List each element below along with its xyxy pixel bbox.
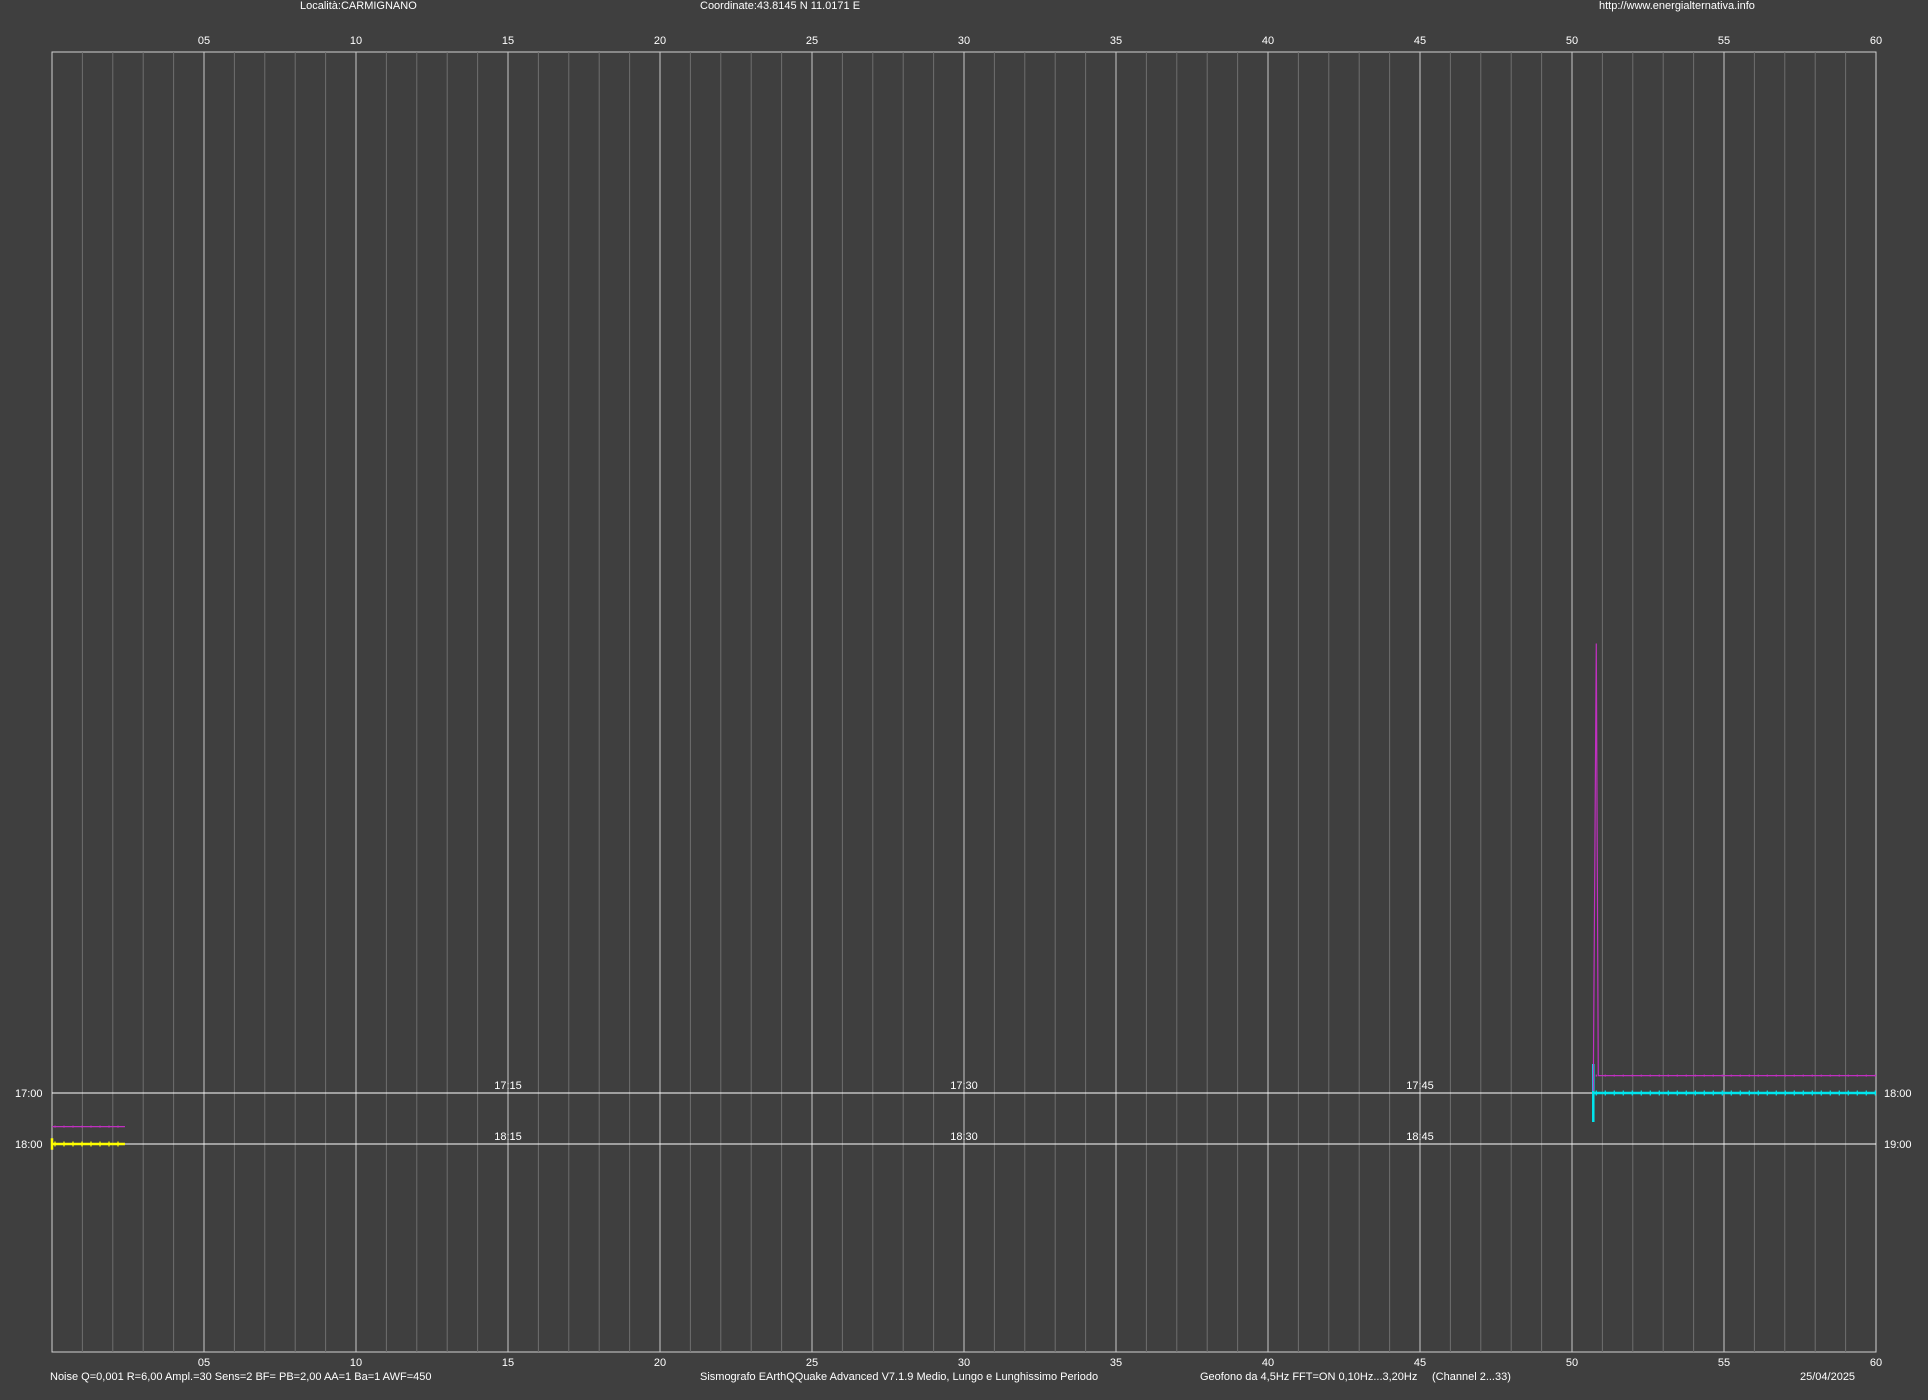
bottom-x-tick-label: 15: [502, 1357, 514, 1369]
auxiliary-trace: [1592, 643, 1876, 1092]
bottom-x-tick-label: 20: [654, 1357, 666, 1369]
bottom-x-tick-label: 60: [1870, 1357, 1882, 1369]
top-x-tick-label: 60: [1870, 35, 1882, 47]
bottom-x-tick-label: 25: [806, 1357, 818, 1369]
row-start-time-label: 18:00: [15, 1139, 43, 1151]
row-quarter-time-label: 18:15: [494, 1131, 522, 1143]
top-x-tick-label: 20: [654, 35, 666, 47]
top-x-tick-label: 05: [198, 35, 210, 47]
channel-label: (Channel 2...33): [1432, 1371, 1511, 1383]
sensor-label: Geofono da 4,5Hz FFT=ON 0,10Hz...3,20Hz: [1200, 1371, 1418, 1383]
top-x-tick-label: 30: [958, 35, 970, 47]
time-rows: 17:00 18:00 17:15 17:30 17:45 18:00 19:00 18:15…: [15, 1080, 1912, 1151]
row-quarter-time-label: 18:45: [1406, 1131, 1434, 1143]
row-quarter-time-label: 17:30: [950, 1080, 978, 1092]
seismic-trace: [1592, 1064, 1876, 1122]
bottom-x-tick-label: 30: [958, 1357, 970, 1369]
parameters-label: Noise Q=0,001 R=6,00 Ampl.=30 Sens=2 BF=…: [50, 1371, 432, 1383]
software-label: Sismografo EArthQQuake Advanced V7.1.9 M…: [700, 1371, 1099, 1383]
bottom-x-tick-label: 10: [350, 1357, 362, 1369]
row-end-time-label: 19:00: [1884, 1139, 1912, 1151]
bottom-x-tick-label: 05: [198, 1357, 210, 1369]
row-start-time-label: 17:00: [15, 1088, 43, 1100]
seismogram-chart: 05 05 10 10 15 15 20 20 25 25 30 30 35 35 40 40 45 45 50 50…: [15, 35, 1912, 1369]
bottom-x-tick-label: 55: [1718, 1357, 1730, 1369]
date-label: 25/04/2025: [1800, 1371, 1856, 1383]
top-x-tick-label: 40: [1262, 35, 1274, 47]
row-quarter-time-label: 17:15: [494, 1080, 522, 1092]
axis-tick-labels: 05 05 10 10 15 15 20 20 25 25 30 30 35 35 40 40 45 45 50 50…: [198, 35, 1882, 1369]
row-quarter-time-label: 18:30: [950, 1131, 978, 1143]
bottom-x-tick-label: 35: [1110, 1357, 1122, 1369]
top-x-tick-label: 15: [502, 35, 514, 47]
top-x-tick-label: 55: [1718, 35, 1730, 47]
top-x-tick-label: 25: [806, 35, 818, 47]
bottom-x-tick-label: 50: [1566, 1357, 1578, 1369]
top-x-tick-label: 50: [1566, 35, 1578, 47]
top-x-tick-label: 35: [1110, 35, 1122, 47]
top-x-tick-label: 45: [1414, 35, 1426, 47]
row-quarter-time-label: 17:45: [1406, 1080, 1434, 1092]
top-x-tick-label: 10: [350, 35, 362, 47]
bottom-x-tick-label: 40: [1262, 1357, 1274, 1369]
row-end-time-label: 18:00: [1884, 1088, 1912, 1100]
grid-lines: [51, 51, 1877, 1353]
seismic-trace: [50, 1138, 125, 1150]
bottom-x-tick-label: 45: [1414, 1357, 1426, 1369]
